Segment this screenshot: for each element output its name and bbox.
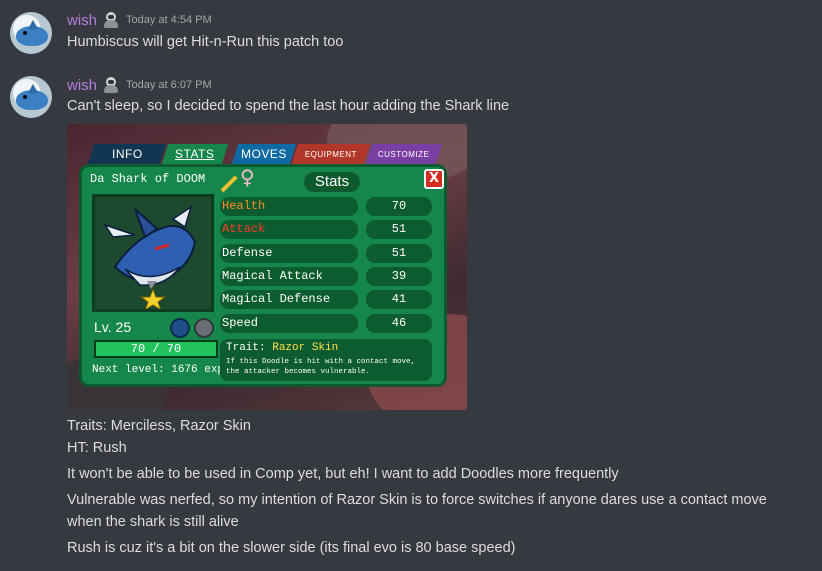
user-avatar[interactable] [10,76,52,118]
close-button[interactable]: X [424,169,444,189]
doodle-portrait [92,194,214,312]
stat-label: Attack [220,220,358,239]
stat-value: 46 [366,314,432,333]
message-header: wish Today at 4:54 PM [67,10,212,30]
stats-panel: Da Shark of DOOM ♀ Stats X Lv. 25 70 / 7… [79,164,447,387]
trait-name: Razor Skin [272,342,339,354]
message-line: It won't be able to be used in Comp yet,… [67,466,619,482]
username[interactable]: wish [67,77,97,94]
trait-title: Trait: Razor Skin [226,342,339,354]
message-line: Traits: Merciless, Razor Skin [67,418,251,434]
tab-customize[interactable]: CUSTOMIZE [365,144,443,164]
water-type-icon [170,318,190,338]
stat-label: Magical Attack [220,267,358,286]
hp-text: 70 / 70 [130,342,182,356]
hp-bar: 70 / 70 [94,340,218,358]
image-attachment[interactable]: INFO STATS MOVES EQUIPMENT CUSTOMIZE Da … [67,124,467,410]
stat-label: Health [220,197,358,216]
stat-label: Speed [220,314,358,333]
stat-row: Speed 46 [220,314,432,333]
stat-label: Defense [220,244,358,263]
doodle-name: Da Shark of DOOM [90,172,206,186]
stat-value: 41 [366,290,432,309]
message-line: Can't sleep, so I decided to spend the l… [67,98,510,114]
role-badge-icon [102,76,120,94]
tab-stats[interactable]: STATS [161,144,229,164]
stat-row: Magical Attack 39 [220,267,432,286]
metal-type-icon [194,318,214,338]
message-line: when the shark is still alive [67,514,239,530]
next-level-text: Next level: 1676 exp [92,364,225,376]
stat-value: 70 [366,197,432,216]
message-line: HT: Rush [67,440,127,456]
message-text: Humbiscus will get Hit-n-Run this patch … [67,34,344,50]
username[interactable]: wish [67,12,97,29]
user-avatar[interactable] [10,12,52,54]
timestamp: Today at 4:54 PM [126,14,212,26]
trait-description: If this Doodle is hit with a contact mov… [226,358,416,376]
message-line: Vulnerable was nerfed, so my intention o… [67,492,767,508]
message-line: Rush is cuz it's a bit on the slower sid… [67,540,516,556]
stat-row: Magical Defense 41 [220,290,432,309]
trait-box: Trait: Razor Skin If this Doodle is hit … [220,339,432,381]
stat-row: Defense 51 [220,244,432,263]
stat-value: 39 [366,267,432,286]
timestamp: Today at 6:07 PM [126,79,212,91]
tab-equipment[interactable]: EQUIPMENT [291,144,371,164]
message-header: wish Today at 6:07 PM [67,75,212,95]
female-gender-icon: ♀ [240,165,255,189]
role-badge-icon [102,11,120,29]
level-label: Lv. 25 [94,319,132,335]
tab-info[interactable]: INFO [87,144,167,164]
stat-label: Magical Defense [220,290,358,309]
edit-pencil-icon[interactable] [220,175,238,193]
stat-value: 51 [366,220,432,239]
panel-title: Stats [304,172,360,192]
shark-doodle-icon [103,205,197,312]
stat-row: Health 70 [220,197,432,216]
stat-row: Attack 51 [220,220,432,239]
stat-value: 51 [366,244,432,263]
tab-moves[interactable]: MOVES [231,144,297,164]
